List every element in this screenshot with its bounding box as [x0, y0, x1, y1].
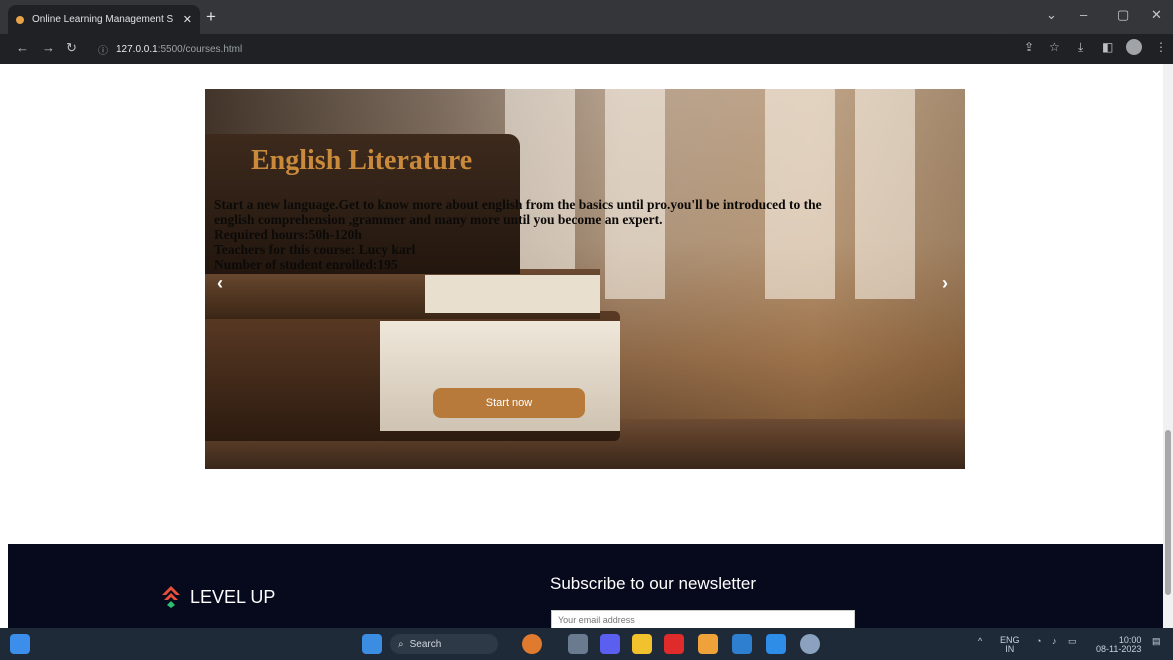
- taskbar-app-icon[interactable]: [732, 634, 752, 654]
- forward-icon[interactable]: →: [42, 40, 55, 55]
- file-explorer-icon[interactable]: [632, 634, 652, 654]
- course-title: English Literature: [251, 145, 473, 176]
- clock[interactable]: 10:00 08-11-2023: [1096, 636, 1141, 654]
- chrome-icon[interactable]: [698, 634, 718, 654]
- url-path: :5500/courses.html: [157, 43, 243, 55]
- download-icon[interactable]: ⤓: [1078, 40, 1083, 55]
- minimize-icon[interactable]: –: [1080, 7, 1087, 22]
- course-teacher: Teachers for this course: Lucy karl: [214, 242, 416, 257]
- menu-kebab-icon[interactable]: ⋮: [1155, 40, 1167, 54]
- new-tab-icon[interactable]: +: [206, 7, 216, 27]
- book-pages: [425, 275, 600, 313]
- settings-icon[interactable]: [800, 634, 820, 654]
- start-menu-icon[interactable]: [362, 634, 382, 654]
- brand-name: LEVEL UP: [190, 586, 276, 607]
- level-up-logo-icon: [162, 586, 180, 608]
- vscode-icon[interactable]: [766, 634, 786, 654]
- teams-icon[interactable]: [600, 634, 620, 654]
- tab-title: Online Learning Management S: [32, 14, 174, 25]
- newsletter-title: Subscribe to our newsletter: [550, 574, 756, 593]
- youtube-icon[interactable]: [664, 634, 684, 654]
- widgets-icon[interactable]: [10, 634, 30, 654]
- page-viewport: English Literature Start a new language.…: [0, 64, 1163, 628]
- reload-icon[interactable]: ↻: [66, 40, 77, 56]
- browser-tab[interactable]: Online Learning Management S ✕: [8, 5, 200, 34]
- taskbar-app-icon[interactable]: [522, 634, 542, 654]
- tab-favicon-icon: [16, 15, 24, 24]
- tab-close-icon[interactable]: ✕: [183, 13, 192, 26]
- start-now-button[interactable]: Start now: [433, 388, 585, 418]
- newsletter-email-input[interactable]: [551, 610, 855, 628]
- brand-logo[interactable]: LEVEL UP: [162, 586, 275, 608]
- battery-icon[interactable]: ▭: [1068, 636, 1077, 647]
- tray-chevron-icon[interactable]: ^: [978, 636, 982, 646]
- course-description-line: Start a new language.Get to know more ab…: [214, 197, 822, 212]
- carousel-next-icon[interactable]: ›: [942, 273, 948, 294]
- clock-date: 08-11-2023: [1096, 644, 1142, 654]
- share-icon[interactable]: ⇪: [1024, 40, 1034, 54]
- language-indicator[interactable]: ENG IN: [1000, 636, 1020, 654]
- carousel-prev-icon[interactable]: ‹: [217, 273, 223, 294]
- course-description: Start a new language.Get to know more ab…: [214, 197, 934, 272]
- taskbar-search-label: Search: [409, 638, 442, 650]
- site-footer: LEVEL UP Subscribe to our newsletter: [8, 544, 1163, 628]
- search-icon: ⌕: [398, 638, 404, 650]
- profile-avatar[interactable]: [1126, 39, 1142, 55]
- page-scrollbar-thumb[interactable]: [1165, 430, 1171, 595]
- site-info-icon[interactable]: ⓘ: [98, 42, 108, 57]
- course-description-line: english comprehension ,grammer and many …: [214, 212, 663, 227]
- book-image: [205, 311, 620, 441]
- region-code: IN: [1005, 644, 1015, 654]
- taskbar-app-icon[interactable]: [568, 634, 588, 654]
- url-field[interactable]: ⓘ 127.0.0.1 :5500/courses.html: [90, 38, 1010, 60]
- back-icon[interactable]: ←: [16, 40, 29, 55]
- url-host: 127.0.0.1: [116, 43, 158, 55]
- side-panel-icon[interactable]: ◧: [1102, 40, 1113, 54]
- close-window-icon[interactable]: ✕: [1151, 7, 1162, 23]
- course-required-hours: Required hours:50h-120h: [214, 227, 362, 242]
- bookmark-star-icon[interactable]: ☆: [1049, 40, 1060, 54]
- taskbar-search[interactable]: ⌕ Search: [390, 634, 498, 654]
- book-image: [205, 269, 600, 319]
- tab-search-icon[interactable]: ⌄: [1046, 7, 1057, 23]
- course-enrolled-count: Number of student enrolled:195: [214, 257, 398, 272]
- course-carousel-slide: English Literature Start a new language.…: [205, 89, 965, 469]
- volume-icon[interactable]: ♪: [1052, 636, 1057, 646]
- notification-icon[interactable]: ▤: [1152, 636, 1161, 647]
- maximize-icon[interactable]: ▢: [1117, 7, 1129, 23]
- network-icon[interactable]: ◔: [1036, 636, 1041, 646]
